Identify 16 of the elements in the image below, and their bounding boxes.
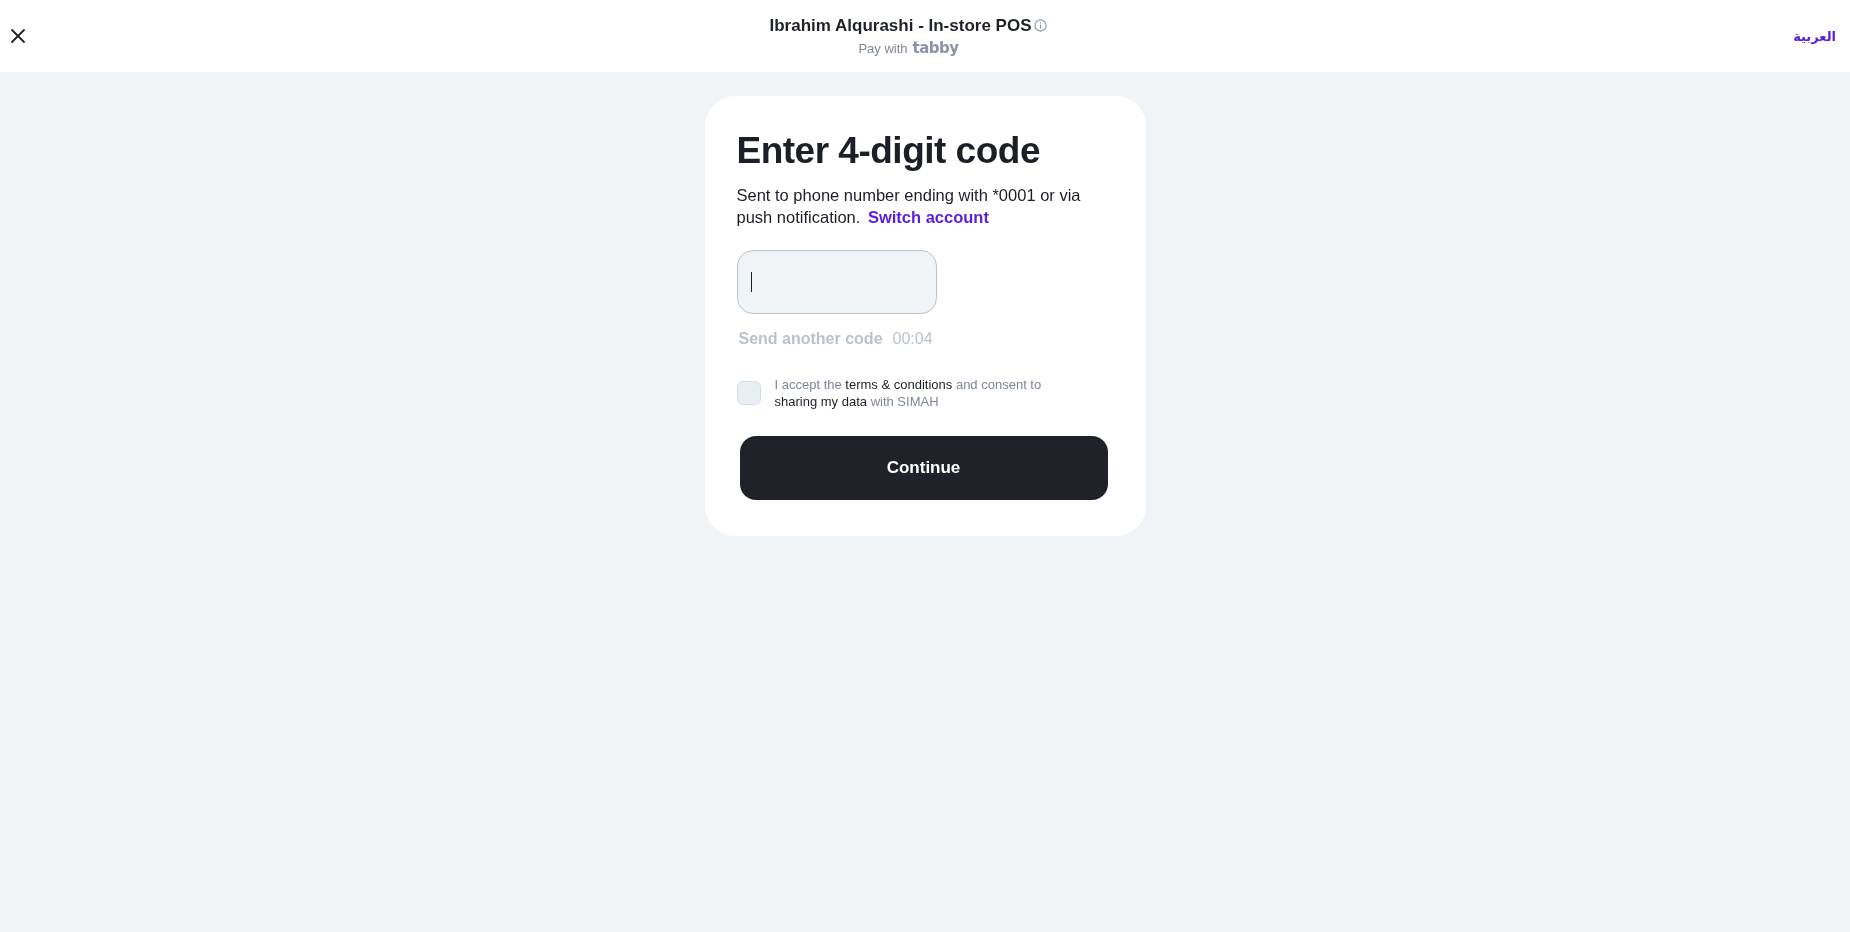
pay-with-label: Pay with bbox=[858, 40, 908, 56]
switch-account-link[interactable]: Switch account bbox=[867, 208, 989, 226]
language-link[interactable]: العربية bbox=[1791, 28, 1836, 44]
consent-text: I accept the terms & conditions and consent to sharing my data with SIMAH bbox=[774, 376, 1043, 410]
consent-link[interactable]: terms & conditions bbox=[845, 377, 953, 392]
brand-logo: tabby bbox=[912, 38, 959, 57]
sent-message: Sent to phone number ending with *0001 or via push notification. Switch account bbox=[736, 185, 1082, 228]
continue-button[interactable]: Continue bbox=[739, 436, 1108, 500]
close-icon[interactable] bbox=[10, 28, 26, 44]
info-icon[interactable] bbox=[1034, 19, 1048, 32]
merchant-title: Ibrahim Alqurashi - In-store POS bbox=[769, 15, 1032, 36]
code-input-field[interactable] bbox=[736, 250, 937, 314]
consent-link[interactable]: sharing my data bbox=[774, 394, 867, 409]
card-heading: Enter 4-digit code bbox=[736, 130, 1041, 172]
countdown-timer: 00:04 bbox=[892, 330, 933, 348]
consent-checkbox[interactable] bbox=[736, 381, 761, 405]
